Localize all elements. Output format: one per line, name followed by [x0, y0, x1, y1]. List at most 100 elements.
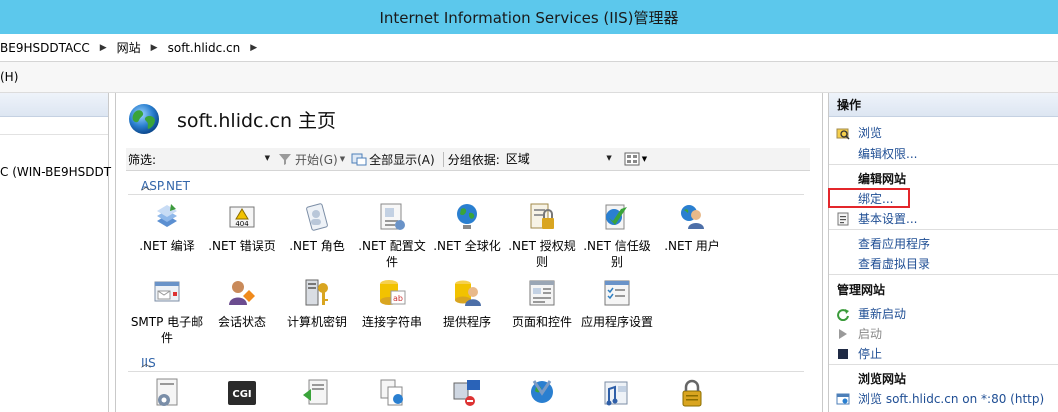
breadcrumb-separator-icon[interactable]: ▶	[145, 43, 164, 53]
feature-error-pages[interactable]	[504, 377, 580, 412]
asp-icon	[156, 378, 178, 406]
bindings-highlight-box	[828, 188, 910, 208]
net-profile-icon	[380, 203, 405, 230]
feature-default-document[interactable]	[354, 377, 430, 412]
feature-net-globalization[interactable]: .NET 全球化	[429, 201, 505, 254]
action-view-virtual-dirs[interactable]: 查看虚拟目录	[858, 255, 930, 272]
feature-compression[interactable]	[279, 377, 355, 412]
actions-divider	[829, 229, 1058, 230]
iis-manager-window: Internet Information Services (IIS)管理器 B…	[0, 0, 1058, 412]
section-iis[interactable]: IIS ︿	[128, 356, 804, 372]
feature-handler-mappings[interactable]	[579, 377, 655, 412]
action-start[interactable]: 启动	[836, 325, 882, 342]
breadcrumb-server[interactable]: BE9HSDDTACC	[0, 41, 94, 55]
restart-icon	[837, 308, 849, 321]
explore-icon	[836, 128, 850, 140]
page-header: soft.hlidc.cn 主页	[128, 103, 336, 135]
show-all-icon	[351, 153, 367, 166]
authentication-icon	[682, 379, 702, 407]
pages-controls-icon	[529, 280, 555, 306]
feature-session-state[interactable]: 会话状态	[204, 277, 280, 330]
breadcrumb-site[interactable]: soft.hlidc.cn	[164, 41, 245, 55]
toolbar-separator	[442, 151, 444, 167]
basic-settings-icon	[837, 212, 849, 225]
action-stop[interactable]: 停止	[836, 345, 882, 362]
funnel-icon	[279, 154, 292, 165]
net-authorization-icon	[530, 203, 554, 229]
actions-header: 操作	[829, 93, 1058, 117]
stop-icon	[838, 348, 848, 359]
show-all-button[interactable]: 全部显示(A)	[351, 151, 435, 168]
app-settings-icon	[604, 280, 630, 306]
feature-directory-browsing[interactable]	[429, 377, 505, 412]
tree-node-server[interactable]: C (WIN-BE9HSDDT	[0, 165, 111, 179]
directory-browsing-icon	[453, 380, 480, 406]
feature-pages-controls[interactable]: 页面和控件	[504, 277, 580, 330]
page-title: soft.hlidc.cn 主页	[177, 109, 337, 132]
collapse-icon[interactable]: ︿	[141, 355, 800, 370]
svg-text:CGI: CGI	[232, 389, 251, 400]
address-bar: BE9HSDDTACC ▶ 网站 ▶ soft.hlidc.cn ▶	[0, 34, 1058, 62]
svg-text:404: 404	[235, 220, 249, 228]
breadcrumb-separator-icon[interactable]: ▶	[244, 43, 263, 53]
title-bar: Internet Information Services (IIS)管理器	[0, 0, 1058, 34]
feature-authentication[interactable]	[654, 377, 730, 412]
net-error-pages-icon: 404	[229, 206, 255, 228]
feature-providers[interactable]: 提供程序	[429, 277, 505, 330]
action-explore[interactable]: 浏览	[836, 124, 882, 141]
net-roles-icon	[306, 203, 328, 231]
action-browse-site[interactable]: 浏览 soft.hlidc.cn on *:80 (http)	[836, 390, 1044, 407]
action-basic-settings[interactable]: 基本设置...	[836, 210, 917, 227]
action-restart[interactable]: 重新启动	[836, 305, 906, 322]
start-icon	[839, 328, 847, 339]
actions-divider	[829, 274, 1058, 275]
menu-help[interactable]: (H)	[0, 70, 18, 84]
feature-net-users[interactable]: .NET 用户	[654, 201, 730, 254]
collapse-icon[interactable]: ︿	[141, 178, 800, 193]
feature-machine-key[interactable]: 计算机密钥	[279, 277, 355, 330]
breadcrumb-separator-icon[interactable]: ▶	[94, 43, 113, 53]
feature-net-trust-levels[interactable]: .NET 信任级别	[579, 201, 655, 270]
menu-bar: (H)	[0, 62, 1058, 93]
action-view-applications[interactable]: 查看应用程序	[858, 235, 930, 252]
feature-asp[interactable]	[129, 377, 205, 412]
edit-site-header: 编辑网站	[858, 172, 907, 186]
connections-panel: C (WIN-BE9HSDDT	[0, 93, 111, 412]
view-grid-icon	[624, 152, 640, 166]
browse-site-header: 浏览网站	[858, 372, 907, 386]
groupby-select[interactable]: 区域	[506, 150, 614, 169]
filter-bar: 筛选: 开始(G) ▼ 全部显示(A) 分组依据: 区域 ▼	[126, 148, 810, 171]
feature-net-error-pages[interactable]: 404 .NET 错误页	[204, 201, 280, 254]
feature-net-authorization[interactable]: .NET 授权规则	[504, 201, 580, 270]
browse-icon	[836, 393, 850, 404]
feature-net-roles[interactable]: .NET 角色	[279, 201, 355, 254]
connection-strings-icon: ab	[380, 280, 406, 305]
section-aspnet[interactable]: ASP.NET ︿	[128, 179, 804, 195]
actions-divider	[829, 164, 1058, 165]
feature-smtp-email[interactable]: SMTP 电子邮件	[129, 277, 205, 346]
cgi-icon: CGI	[228, 381, 256, 405]
connections-header	[0, 93, 108, 117]
feature-app-settings[interactable]: 应用程序设置	[579, 277, 655, 330]
feature-net-profile[interactable]: .NET 配置文件	[354, 201, 430, 270]
breadcrumb-sites[interactable]: 网站	[113, 39, 145, 56]
filter-label: 筛选:	[128, 152, 157, 167]
manage-site-header: 管理网站	[837, 283, 886, 297]
actions-divider	[829, 364, 1058, 365]
features-view: soft.hlidc.cn 主页 筛选: 开始(G) ▼ 全部显示(A) 分组依…	[115, 93, 823, 412]
smtp-email-icon	[154, 281, 180, 302]
net-trust-levels-icon	[605, 204, 627, 230]
error-pages-icon	[531, 380, 553, 403]
filter-start-button[interactable]: 开始(G) ▼	[278, 151, 345, 168]
compression-icon	[303, 379, 328, 405]
session-state-icon	[229, 281, 255, 305]
action-edit-permissions[interactable]: 编辑权限...	[858, 145, 917, 162]
feature-net-compile[interactable]: .NET 编译	[129, 201, 205, 254]
feature-connection-strings[interactable]: ab 连接字符串	[354, 277, 430, 330]
window-title: Internet Information Services (IIS)管理器	[379, 8, 679, 27]
view-toggle-button[interactable]: ▼	[624, 152, 647, 166]
feature-cgi[interactable]: CGI	[204, 377, 280, 412]
connections-toolbar	[0, 117, 108, 135]
svg-text:ab: ab	[393, 294, 403, 303]
filter-input[interactable]	[162, 150, 272, 169]
